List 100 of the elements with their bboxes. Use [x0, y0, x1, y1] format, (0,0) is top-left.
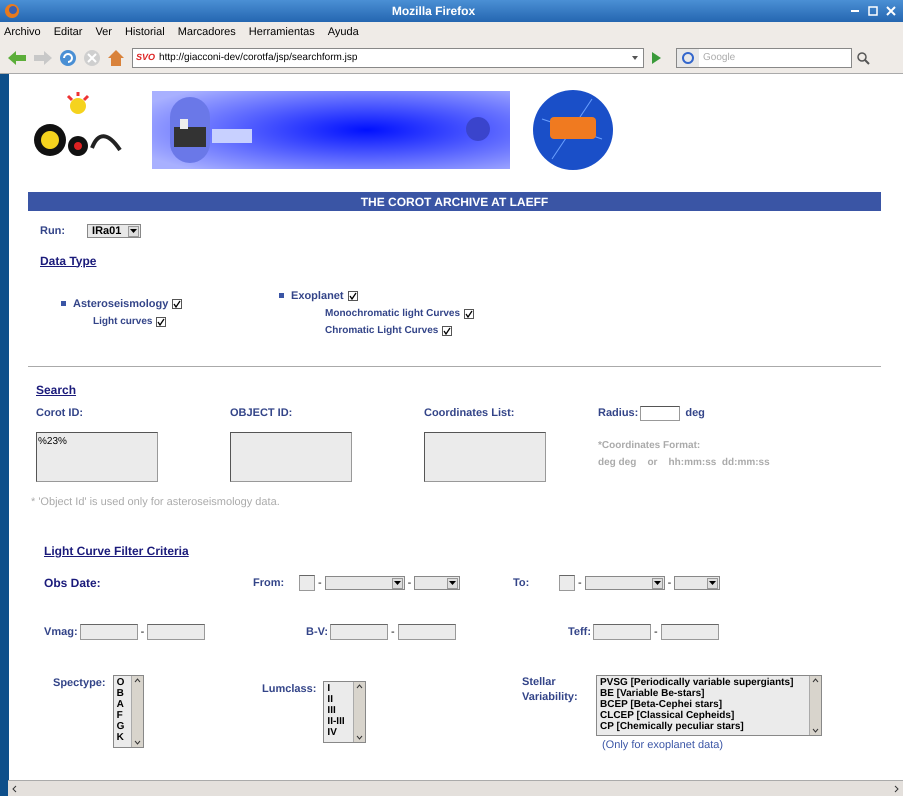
scrollbar[interactable]	[809, 676, 821, 734]
list-box[interactable]: O B A F G K	[112, 674, 144, 748]
field-label: Spectype:	[53, 676, 106, 690]
text-area[interactable]	[424, 432, 546, 482]
minimize-icon	[850, 10, 860, 12]
list-option[interactable]: I	[327, 682, 350, 694]
list-option[interactable]: IV	[327, 726, 350, 738]
search-icon[interactable]	[856, 50, 870, 64]
list-option[interactable]: II	[327, 694, 350, 704]
caret-icon	[130, 229, 138, 234]
separator: -	[408, 576, 412, 591]
list-option[interactable]: BCEP [Beta-Cephei stars]	[600, 698, 806, 710]
caret-icon	[449, 581, 456, 585]
section-heading: Data Type	[40, 252, 96, 270]
list-option[interactable]: F	[116, 710, 128, 720]
window-title: Mozilla Firefox	[390, 3, 476, 20]
caret-icon	[394, 581, 401, 585]
input-field[interactable]	[330, 624, 388, 640]
input-field[interactable]	[299, 575, 315, 591]
separator: -	[654, 625, 658, 640]
checkbox-label: Light curves	[93, 315, 152, 329]
note-text: (Only for exoplanet data)	[602, 738, 724, 752]
close-icon	[886, 6, 896, 16]
separator: -	[140, 625, 144, 640]
menu-item[interactable]: Ver	[95, 24, 112, 40]
menu-item[interactable]: Archivo	[4, 24, 41, 40]
checkbox[interactable]	[464, 308, 474, 318]
section-heading: Search	[36, 382, 76, 399]
input-field[interactable]	[593, 624, 652, 640]
list-box[interactable]: PVSG [Periodically variable supergiants] BE [Variable Be-stars] BCEP [Beta-Cephei stars] CLCEP [Classical Cepheids] CP [Chemically peculiar stars]	[596, 674, 822, 736]
hint-text: *Coordinates Format:	[598, 438, 702, 452]
search-field[interactable]: Google	[676, 48, 852, 68]
bullet-icon	[61, 301, 66, 306]
separator: -	[668, 576, 672, 591]
dropdown[interactable]: IRa01	[87, 224, 142, 238]
input-field[interactable]	[660, 624, 719, 640]
list-option[interactable]: II-III	[327, 716, 350, 726]
url-text: http://giacconi-dev/corotfa/jsp/searchform.jsp	[159, 51, 358, 65]
field-label: OBJECT ID:	[230, 406, 294, 421]
input-field[interactable]	[398, 624, 456, 640]
input-field[interactable]	[640, 406, 680, 421]
list-option[interactable]: G	[116, 720, 128, 732]
search-input[interactable]: Google	[699, 50, 851, 65]
unit-label: deg	[685, 406, 705, 421]
checkbox[interactable]	[156, 316, 166, 326]
list-option[interactable]: BE [Variable Be-stars]	[600, 688, 806, 698]
field-label: Lumclass:	[262, 682, 316, 696]
list-option[interactable]: PVSG [Periodically variable supergiants]	[600, 676, 806, 688]
browser-logo-icon	[4, 3, 20, 19]
run-label: Run:	[40, 224, 66, 239]
list-option[interactable]: III	[327, 704, 350, 716]
separator: -	[318, 576, 322, 591]
field-label: Obs Date:	[44, 575, 102, 592]
menu-item[interactable]: Ayuda	[328, 24, 359, 40]
checkbox-label: Chromatic Light Curves	[325, 324, 438, 338]
checkbox[interactable]	[348, 290, 358, 301]
list-option[interactable]: B	[116, 688, 128, 698]
caret-icon	[709, 581, 716, 585]
menu-item[interactable]: Herramientas	[248, 24, 315, 40]
hint-text: deg deg or hh:mm:ss dd:mm:ss	[598, 456, 770, 470]
menu-item[interactable]: Editar	[54, 24, 82, 40]
section-header: THE COROT ARCHIVE AT LAEFF	[28, 192, 881, 211]
separator: -	[391, 625, 395, 640]
horizontal-scrollbar[interactable]	[8, 780, 903, 796]
field-label: To:	[513, 576, 530, 591]
field-label: Corot ID:	[36, 406, 84, 421]
footnote: * 'Object Id' is used only for asteroseismology data.	[31, 494, 281, 510]
checkbox-label: Exoplanet	[291, 288, 344, 304]
list-option[interactable]: CP [Chemically peculiar stars]	[600, 720, 806, 732]
field-label: Teff:	[568, 625, 592, 640]
list-option[interactable]: O	[116, 676, 128, 688]
field-label: B-V:	[306, 625, 328, 640]
menu-item[interactable]: Historial	[124, 24, 165, 40]
reload-icon[interactable]	[58, 48, 78, 68]
text-area[interactable]: %23%	[36, 432, 158, 482]
checkbox-label: Asteroseismology	[73, 296, 168, 312]
separator: -	[578, 576, 582, 591]
dropdown[interactable]	[674, 576, 720, 590]
field-label: Vmag:	[44, 625, 78, 640]
list-option[interactable]: K	[116, 732, 128, 742]
list-option[interactable]: A	[116, 698, 128, 710]
search-engine-icon[interactable]	[677, 48, 699, 66]
input-field[interactable]	[559, 575, 575, 591]
checkbox[interactable]	[172, 298, 182, 309]
list-option[interactable]: CLCEP [Classical Cepheids]	[600, 710, 806, 720]
field-label: Radius:	[598, 406, 638, 421]
input-field[interactable]	[80, 624, 138, 640]
address-bar[interactable]: SVO http://giacconi-dev/corotfa/jsp/searchform.jsp	[132, 48, 644, 68]
dropdown[interactable]	[414, 576, 460, 590]
bullet-icon	[279, 293, 284, 298]
maximize-icon	[868, 6, 878, 16]
caret-icon	[654, 581, 661, 585]
checkbox[interactable]	[442, 326, 452, 336]
text-area[interactable]	[230, 432, 352, 482]
scrollbar[interactable]	[130, 676, 143, 746]
field-label: From:	[253, 576, 286, 591]
scrollbar[interactable]	[353, 682, 366, 742]
menu-item[interactable]: Marcadores	[178, 24, 236, 40]
input-field[interactable]	[147, 624, 206, 640]
list-box[interactable]: I II III II-III IV	[323, 680, 366, 742]
